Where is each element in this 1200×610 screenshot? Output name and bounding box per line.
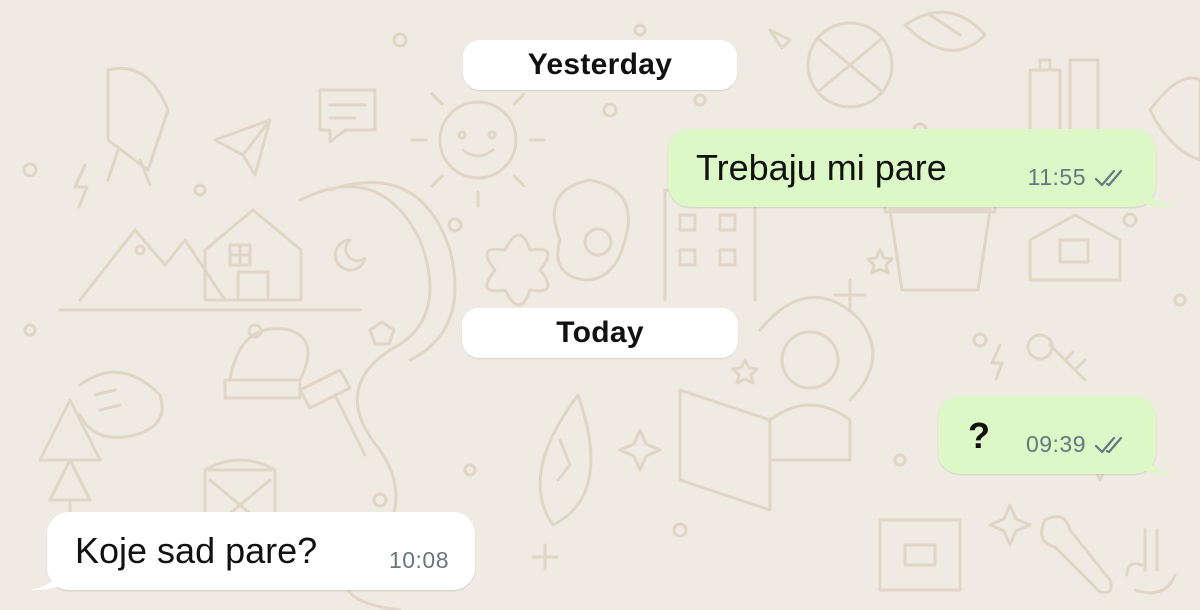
message-meta: 09:39 xyxy=(1026,431,1128,458)
bubble-tail xyxy=(1140,449,1173,475)
bubble-tail xyxy=(1140,182,1173,208)
message-timestamp: 10:08 xyxy=(388,547,449,573)
message-text: Koje sad pare? xyxy=(75,530,318,571)
double-check-icon xyxy=(1094,436,1123,453)
message-text: Trebaju mi pare xyxy=(696,147,947,188)
message-bubble-outgoing[interactable]: Trebaju mi pare 11:55 xyxy=(668,129,1156,207)
message-meta: 10:08 xyxy=(389,547,449,574)
date-separator-today: Today xyxy=(462,308,738,358)
message-timestamp: 09:39 xyxy=(1025,431,1086,457)
double-check-icon xyxy=(1094,169,1123,186)
date-separator-label: Today xyxy=(556,316,644,349)
message-timestamp: 11:55 xyxy=(1027,164,1086,190)
date-separator-label: Yesterday xyxy=(527,48,673,81)
message-meta: 11:55 xyxy=(1028,164,1128,191)
date-separator-yesterday: Yesterday xyxy=(463,40,737,90)
bubble-tail xyxy=(31,565,64,591)
message-bubble-outgoing[interactable]: ? 09:39 xyxy=(938,396,1156,474)
message-text: ? xyxy=(968,415,990,456)
message-bubble-incoming[interactable]: Koje sad pare? 10:08 xyxy=(47,512,475,590)
